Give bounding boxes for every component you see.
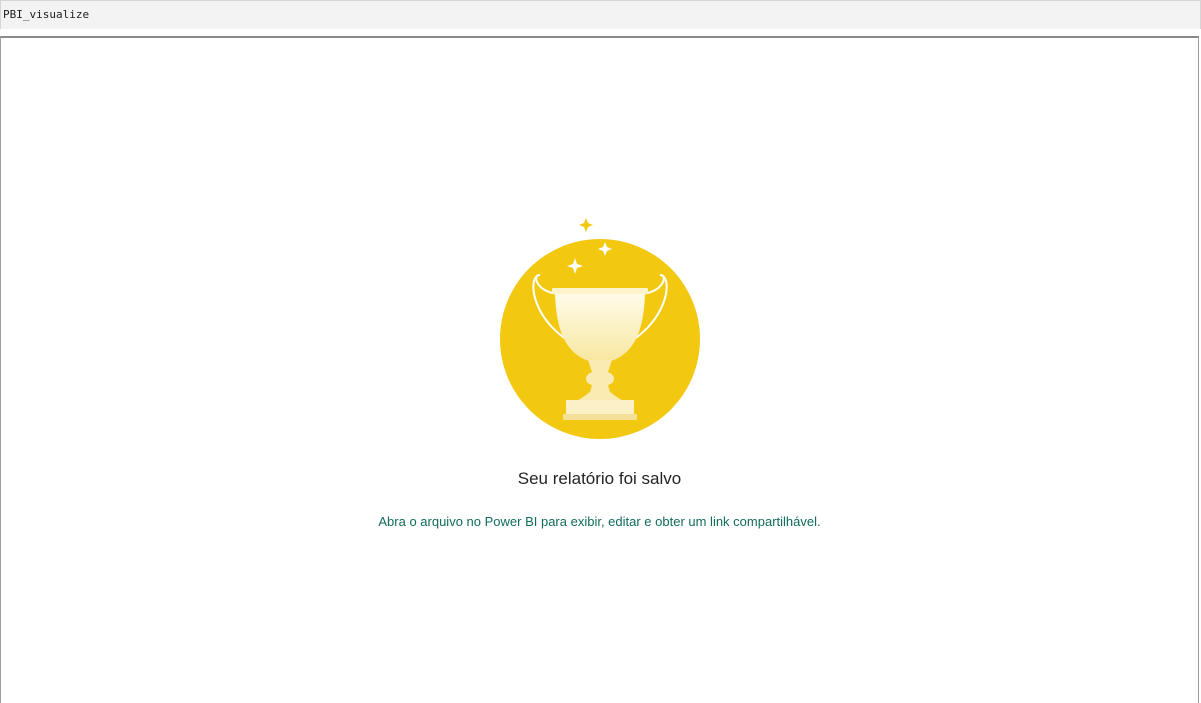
trophy-illustration	[496, 212, 704, 442]
cell-label: PBI_visualize	[3, 8, 90, 21]
notebook-cell-header: PBI_visualize	[0, 0, 1201, 29]
trophy-icon	[500, 218, 700, 439]
dialog-title: Seu relatório foi salvo	[517, 469, 682, 488]
sparkle-icon	[579, 218, 593, 232]
dialog-message: Abra o arquivo no Power BI para exibir, …	[378, 514, 821, 529]
